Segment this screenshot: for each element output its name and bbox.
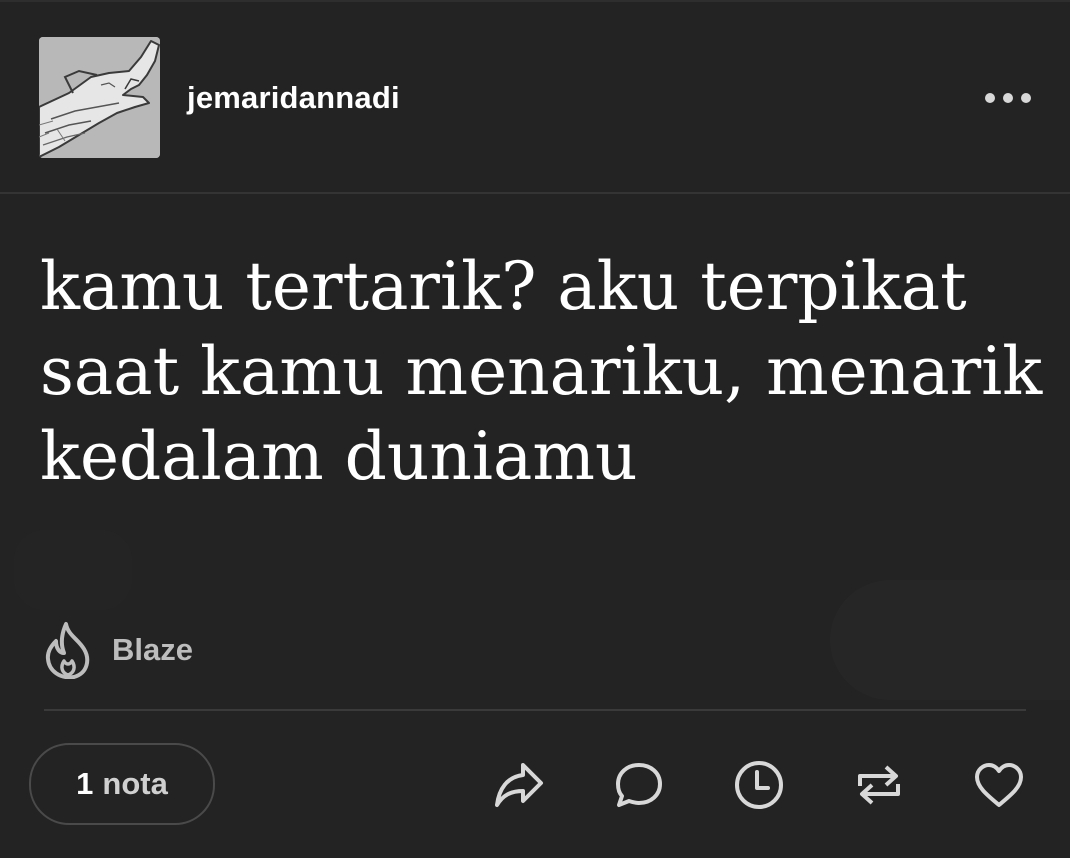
comment-icon — [616, 763, 662, 807]
notes-count: 1 — [76, 766, 94, 801]
share-button[interactable] — [492, 758, 546, 812]
clock-icon — [735, 761, 783, 809]
faded-background-shape — [830, 580, 1070, 700]
post-card: jemaridannadi kamu tertarik? aku terpika… — [0, 0, 1070, 858]
reblog-icon — [858, 765, 900, 805]
post-text-line: saat kamu menariku, menarik — [40, 333, 1043, 410]
queue-button[interactable] — [732, 758, 786, 812]
post-body-text: kamu tertarik? aku terpikat saat kamu me… — [40, 244, 1043, 499]
post-text-line: kedalam duniamu — [40, 418, 638, 495]
share-icon — [495, 763, 543, 807]
faded-background-shape — [14, 530, 132, 610]
footer-divider — [44, 709, 1026, 711]
reply-button[interactable] — [612, 758, 666, 812]
blaze-button[interactable]: Blaze — [44, 620, 193, 680]
heart-icon — [975, 763, 1023, 807]
more-horizontal-icon — [985, 93, 1031, 103]
blaze-label: Blaze — [112, 632, 193, 667]
avatar[interactable] — [39, 37, 160, 158]
blog-username[interactable]: jemaridannadi — [187, 80, 400, 116]
reblog-button[interactable] — [852, 758, 906, 812]
post-header: jemaridannadi — [0, 0, 1070, 194]
like-button[interactable] — [972, 758, 1026, 812]
more-options-button[interactable] — [980, 82, 1036, 114]
flame-icon — [45, 622, 90, 679]
post-text-line: kamu tertarik? aku terpikat — [40, 248, 967, 325]
notes-count-button[interactable]: 1 nota — [29, 743, 215, 825]
hand-illustration — [39, 37, 160, 158]
notes-label: nota — [102, 766, 168, 801]
